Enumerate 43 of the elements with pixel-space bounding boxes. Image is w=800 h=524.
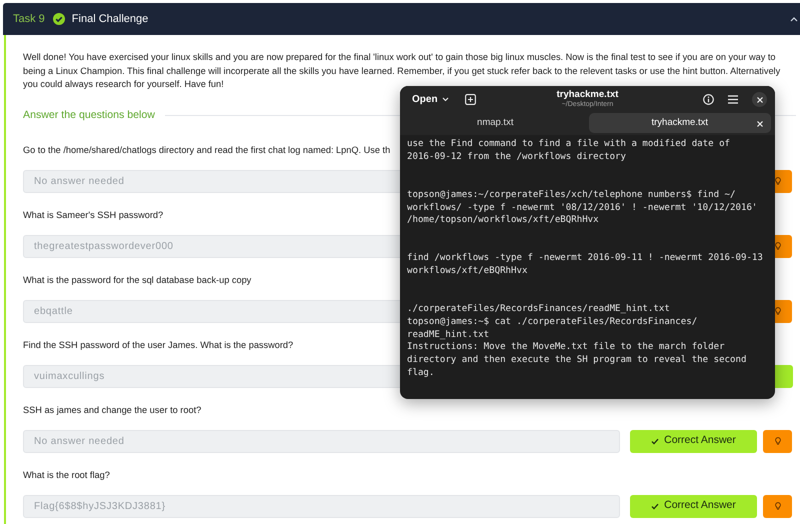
question-text: Go to the /home/shared/chatlogs directory and read the first chat log named: LpnQ. Use th <box>23 144 390 157</box>
lightbulb-icon <box>774 242 780 250</box>
open-button[interactable]: Open <box>408 90 453 110</box>
question-text: SSH as james and change the user to root? <box>23 404 202 417</box>
new-tab-icon <box>464 94 476 105</box>
correct-answer-button[interactable]: Correct Answer <box>630 494 757 518</box>
question-text: What is the password for the sql database back-up copy <box>23 274 252 287</box>
text-line: workflows/xft/eBQRhHvx <box>407 265 528 278</box>
task-title: Final Challenge <box>72 12 148 27</box>
question-text: Find the SSH password of the user James. What is the password? <box>23 338 294 352</box>
section-heading: Answer the questions below <box>23 108 155 123</box>
task-number: Task 9 <box>13 12 45 27</box>
text-line: flag. <box>407 366 434 380</box>
task-header[interactable]: Task 9 Final Challenge <box>3 3 800 35</box>
file-tab[interactable]: nmap.txt <box>404 113 586 133</box>
close-icon <box>757 121 763 127</box>
text-line: 2016-09-12 from the /workflows directory <box>407 150 626 164</box>
file-tab[interactable]: tryhackme.txt <box>588 113 771 133</box>
check-icon <box>651 502 660 510</box>
close-icon <box>756 96 762 102</box>
lightbulb-icon <box>774 177 780 185</box>
intro-paragraph: Well done! You have exercised your linux skills and you are now prepared for the final 'linux work out' to gain those big linux muscles. Now is the final test to see if you are on your way to being a Linux Champion. This final challenge will incorperate all the skills you have learned. Remember, if you get stuck refer back to the relevent tasks or use the hint button. Alternatively you could always research for yourself. Have fun! <box>23 51 782 90</box>
text-line: Instructions: Move the MoveMe.txt file to the march folder <box>407 341 725 354</box>
hint-button[interactable] <box>763 494 792 518</box>
question-text: What is the root flag? <box>23 468 110 482</box>
menu-icon <box>728 95 738 104</box>
hint-button[interactable] <box>763 430 792 452</box>
text-line: workflows/ -type f -newermt '08/12/2016' ! -newermt '10/12/2016' <box>407 202 758 214</box>
window-title: tryhackme.txt <box>556 89 618 100</box>
info-icon <box>703 94 714 105</box>
lightbulb-icon <box>774 502 780 510</box>
question-text: What is Sameer's SSH password? <box>23 208 164 222</box>
close-button[interactable] <box>752 92 767 107</box>
text-line: /home/topson/workflows/xft/eBQRhHvx <box>407 214 599 227</box>
text-line: use the Find command to find a file with a modified date of <box>407 138 730 151</box>
correct-answer-button[interactable]: Correct Answer <box>630 430 757 452</box>
chevron-up-icon <box>790 16 798 22</box>
lightbulb-icon <box>774 307 780 315</box>
lightbulb-icon <box>774 437 780 445</box>
text-line: directory and then execute the SH program to reveal the second <box>407 354 746 367</box>
text-line: readME_hint.txt <box>407 328 490 342</box>
check-icon <box>651 438 660 444</box>
chevron-down-icon <box>442 97 449 102</box>
